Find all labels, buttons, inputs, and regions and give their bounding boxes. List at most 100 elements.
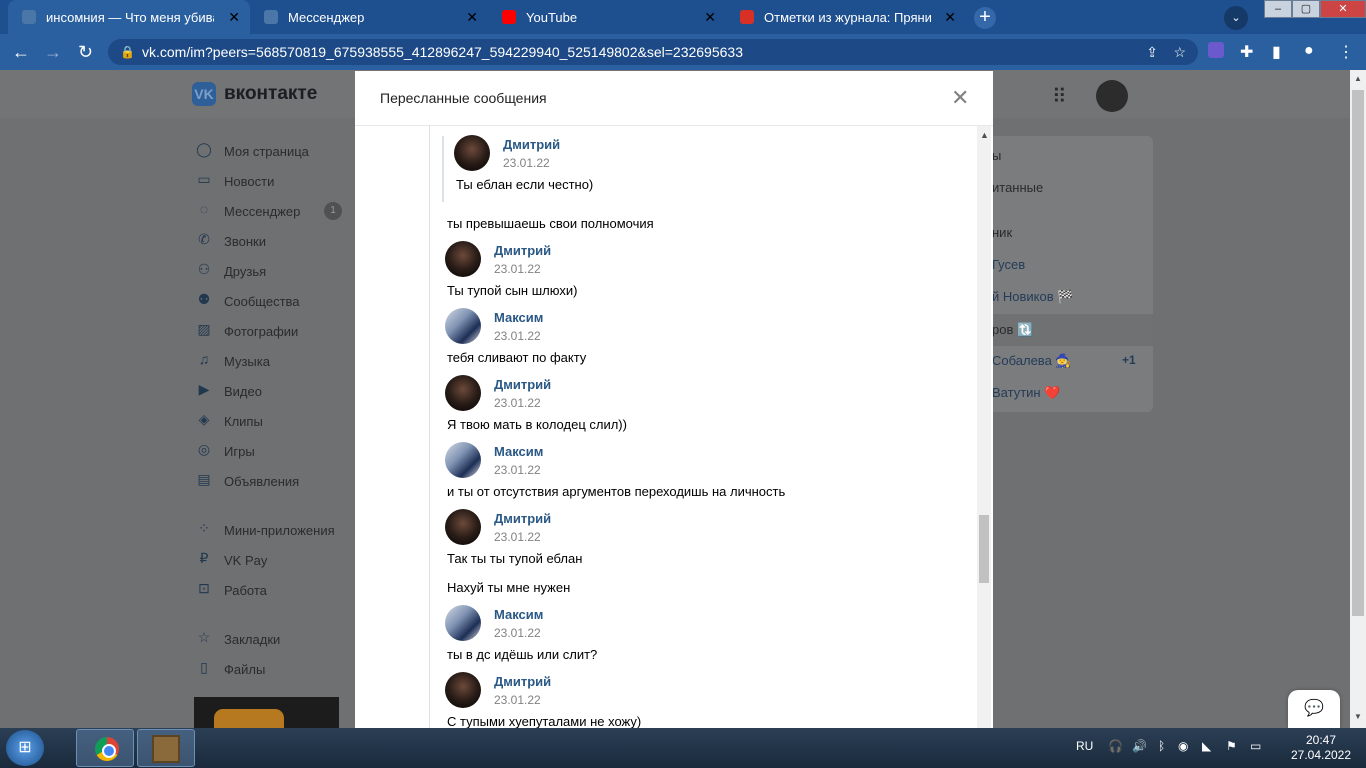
tab-journal[interactable]: Отметки из журнала: Пряников ✕ xyxy=(726,0,966,34)
minimize-button[interactable]: – xyxy=(1264,0,1292,18)
start-button[interactable]: ⊞ xyxy=(6,730,44,766)
window-close-button[interactable]: ✕ xyxy=(1320,0,1366,18)
avatar[interactable] xyxy=(445,375,481,411)
sidebar-item-my-page[interactable]: ◯ Моя страница xyxy=(194,136,354,166)
filter-item[interactable]: ы xyxy=(992,148,1001,163)
taskbar-chrome[interactable] xyxy=(76,729,134,767)
sender-name[interactable]: Дмитрий xyxy=(494,243,551,258)
clock[interactable]: 20:47 27.04.2022 xyxy=(1286,733,1356,763)
maximize-button[interactable]: ▢ xyxy=(1292,0,1320,18)
volume-icon[interactable]: 🔊 xyxy=(1132,739,1147,753)
vk-logo[interactable]: VK вконтакте xyxy=(192,82,317,106)
message-date: 23.01.22 xyxy=(494,329,541,343)
sidebar-item-bookmarks[interactable]: ☆ Закладки xyxy=(194,624,354,654)
unread-badge: 1 xyxy=(324,202,342,220)
sender-name[interactable]: Дмитрий xyxy=(494,674,551,689)
chat-item[interactable]: Собалева 🧙 xyxy=(992,353,1072,369)
sidebar-item-messenger[interactable]: ◌ Мессенджер 1 xyxy=(194,196,354,226)
tab-messenger[interactable]: Мессенджер ✕ xyxy=(250,0,488,34)
scroll-thumb[interactable] xyxy=(979,515,989,583)
sender-name[interactable]: Дмитрий xyxy=(503,137,560,152)
taskbar-minecraft[interactable] xyxy=(137,729,195,767)
sidebar-item-work[interactable]: ⊡ Работа xyxy=(194,575,354,605)
sidebar-item-label: Мессенджер xyxy=(224,203,301,219)
network-icon[interactable]: ▭ xyxy=(1250,739,1261,753)
sidebar-item-games[interactable]: ◎ Игры xyxy=(194,436,354,466)
reload-icon[interactable]: ↻ xyxy=(78,42,93,63)
flag-icon[interactable]: ⚑ xyxy=(1226,739,1237,753)
tab-insomnia[interactable]: инсомния — Что меня убивает? ✕ xyxy=(8,0,250,34)
profile-icon[interactable]: ● xyxy=(1304,42,1314,60)
avatar[interactable] xyxy=(1096,80,1128,112)
avatar[interactable] xyxy=(445,308,481,344)
apps-grid-icon[interactable]: ⠿ xyxy=(1052,84,1067,109)
scroll-up-arrow-icon[interactable]: ▲ xyxy=(980,130,989,140)
sender-name[interactable]: Максим xyxy=(494,444,543,459)
sidepanel-icon[interactable]: ▮ xyxy=(1272,42,1281,62)
nvidia-icon[interactable]: ◣ xyxy=(1202,739,1211,753)
chat-item-selected[interactable]: ров 🔃 xyxy=(980,314,1153,346)
sidebar-item-friends[interactable]: ⚇ Друзья xyxy=(194,256,354,286)
close-icon[interactable]: ✕ xyxy=(704,9,716,26)
chat-item[interactable]: Гусев xyxy=(992,257,1025,272)
sidebar-item-clips[interactable]: ◈ Клипы xyxy=(194,406,354,436)
page-scrollbar[interactable]: ▲ ▼ xyxy=(1350,70,1366,728)
menu-kebab-icon[interactable]: ⋮ xyxy=(1338,42,1354,62)
close-icon[interactable]: ✕ xyxy=(951,85,969,111)
puzzle-icon[interactable]: ✚ xyxy=(1240,42,1253,62)
address-input[interactable]: 🔒 vk.com/im?peers=568570819_675938555_41… xyxy=(108,39,1198,65)
minecraft-icon xyxy=(152,735,180,763)
close-icon[interactable]: ✕ xyxy=(944,9,956,26)
sender-name[interactable]: Дмитрий xyxy=(494,511,551,526)
sidebar-item-calls[interactable]: ✆ Звонки xyxy=(194,226,354,256)
sidebar-item-label: Объявления xyxy=(224,473,300,489)
promo-banner[interactable] xyxy=(194,697,339,728)
avatar[interactable] xyxy=(445,442,481,478)
close-icon[interactable]: ✕ xyxy=(466,9,478,26)
sidebar-item-vkpay[interactable]: ₽ VK Pay xyxy=(194,545,354,575)
avatar[interactable] xyxy=(445,672,481,708)
scroll-up-arrow-icon[interactable]: ▲ xyxy=(1354,74,1362,83)
windows-taskbar: ⊞ RU 🎧 🔊 ᛒ ◉ ◣ ⚑ ▭ 20:47 27.04.2022 xyxy=(0,728,1366,768)
forward-arrow-icon[interactable]: → xyxy=(44,42,62,63)
chat-item[interactable]: Ватутин ❤️ xyxy=(992,385,1060,401)
filter-item[interactable]: итанные xyxy=(992,180,1043,195)
chat-item[interactable]: ник xyxy=(992,225,1012,240)
modal-scrollbar[interactable]: ▲ xyxy=(977,126,991,728)
scroll-down-arrow-icon[interactable]: ▼ xyxy=(1354,712,1362,721)
tab-search-icon[interactable]: ⌄ xyxy=(1224,6,1248,30)
avatar[interactable] xyxy=(445,509,481,545)
modal-body[interactable]: Дмитрий 23.01.22 Ты еблан если честно) т… xyxy=(355,126,993,728)
message-date: 23.01.22 xyxy=(494,693,541,707)
share-icon[interactable]: ⇪ xyxy=(1146,39,1158,65)
back-arrow-icon[interactable]: ← xyxy=(12,42,30,63)
bookmark-star-icon[interactable]: ☆ xyxy=(1173,39,1186,65)
bluetooth-icon[interactable]: ᛒ xyxy=(1158,739,1165,753)
chat-bubble-button[interactable]: 💬 xyxy=(1288,690,1340,728)
sidebar-item-files[interactable]: ▯ Файлы xyxy=(194,654,354,684)
message-text: Я твою мать в колодец слил)) xyxy=(447,417,627,432)
tab-youtube[interactable]: YouTube ✕ xyxy=(488,0,726,34)
sidebar-item-mini-apps[interactable]: ⁘ Мини-приложения xyxy=(194,515,354,545)
sidebar-item-ads[interactable]: ▤ Объявления xyxy=(194,466,354,496)
steam-icon[interactable]: ◉ xyxy=(1178,739,1188,753)
chat-item[interactable]: й Новиков 🏁 xyxy=(992,289,1073,305)
sidebar-item-music[interactable]: ♫ Музыка xyxy=(194,346,354,376)
close-icon[interactable]: ✕ xyxy=(228,9,240,26)
language-indicator[interactable]: RU xyxy=(1076,739,1093,753)
sidebar-item-photos[interactable]: ▨ Фотографии xyxy=(194,316,354,346)
scroll-thumb[interactable] xyxy=(1352,90,1364,616)
sender-name[interactable]: Максим xyxy=(494,310,543,325)
sidebar-item-communities[interactable]: ⚉ Сообщества xyxy=(194,286,354,316)
headset-icon[interactable]: 🎧 xyxy=(1108,739,1123,753)
avatar[interactable] xyxy=(454,135,490,171)
sidebar-item-video[interactable]: ▶ Видео xyxy=(194,376,354,406)
user-icon: ◯ xyxy=(196,141,212,157)
new-tab-button[interactable]: + xyxy=(974,7,996,29)
avatar[interactable] xyxy=(445,241,481,277)
sidebar-item-news[interactable]: ▭ Новости xyxy=(194,166,354,196)
avatar[interactable] xyxy=(445,605,481,641)
sender-name[interactable]: Максим xyxy=(494,607,543,622)
extension-icon[interactable] xyxy=(1208,42,1224,58)
sender-name[interactable]: Дмитрий xyxy=(494,377,551,392)
